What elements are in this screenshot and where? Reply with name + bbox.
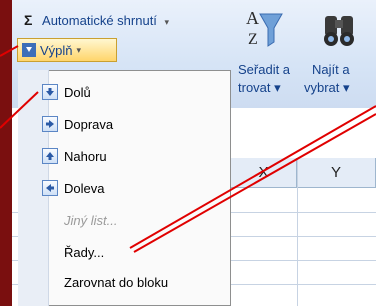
menu-item-label: Jiný list...: [64, 212, 118, 228]
chevron-down-icon: ▾: [76, 44, 82, 55]
menu-item-other-sheet: Jiný list...: [18, 206, 231, 234]
menu-item-label: Zarovnat do bloku: [64, 274, 169, 290]
menu-item-up[interactable]: Nahoru: [18, 142, 231, 170]
sort-filter-label-1: Seřadit a: [238, 62, 291, 77]
chevron-down-icon: ▾: [164, 17, 170, 27]
autosum-button[interactable]: Σ Automatické shrnutí ▾: [24, 12, 169, 28]
arrow-right-icon: [42, 116, 58, 132]
menu-item-label: Nahoru: [64, 148, 107, 164]
column-header-x[interactable]: X: [231, 158, 297, 188]
column-header-y[interactable]: Y: [297, 158, 376, 188]
sigma-icon: Σ: [24, 12, 33, 28]
find-select-label-2: vybrat ▾: [304, 80, 350, 95]
autosum-label: Automatické shrnutí: [42, 13, 157, 28]
svg-text:A: A: [246, 8, 259, 28]
fill-icon: [22, 43, 36, 57]
menu-item-label: Dolů: [64, 84, 91, 100]
menu-item-label: Řady...: [64, 244, 105, 260]
arrow-down-icon: [42, 84, 58, 100]
fill-label: Výplň: [40, 42, 73, 58]
arrow-left-icon: [42, 180, 58, 196]
binoculars-icon[interactable]: [318, 6, 362, 50]
menu-item-series[interactable]: Řady...: [18, 238, 231, 266]
menu-item-down[interactable]: Dolů: [18, 78, 231, 106]
menu-item-label: Doprava: [64, 116, 114, 132]
find-select-label-1: Najít a: [312, 62, 350, 77]
svg-text:Z: Z: [248, 31, 258, 48]
menu-item-right[interactable]: Doprava: [18, 110, 231, 138]
menu-item-left[interactable]: Doleva: [18, 174, 231, 202]
menu-item-justify[interactable]: Zarovnat do bloku: [18, 268, 231, 296]
arrow-up-icon: [42, 148, 58, 164]
fill-button[interactable]: Výplň ▾: [17, 38, 117, 62]
sort-filter-icon[interactable]: A Z: [242, 6, 284, 50]
menu-item-label: Doleva: [64, 180, 105, 196]
sort-filter-label-2: trovat ▾: [238, 80, 281, 95]
